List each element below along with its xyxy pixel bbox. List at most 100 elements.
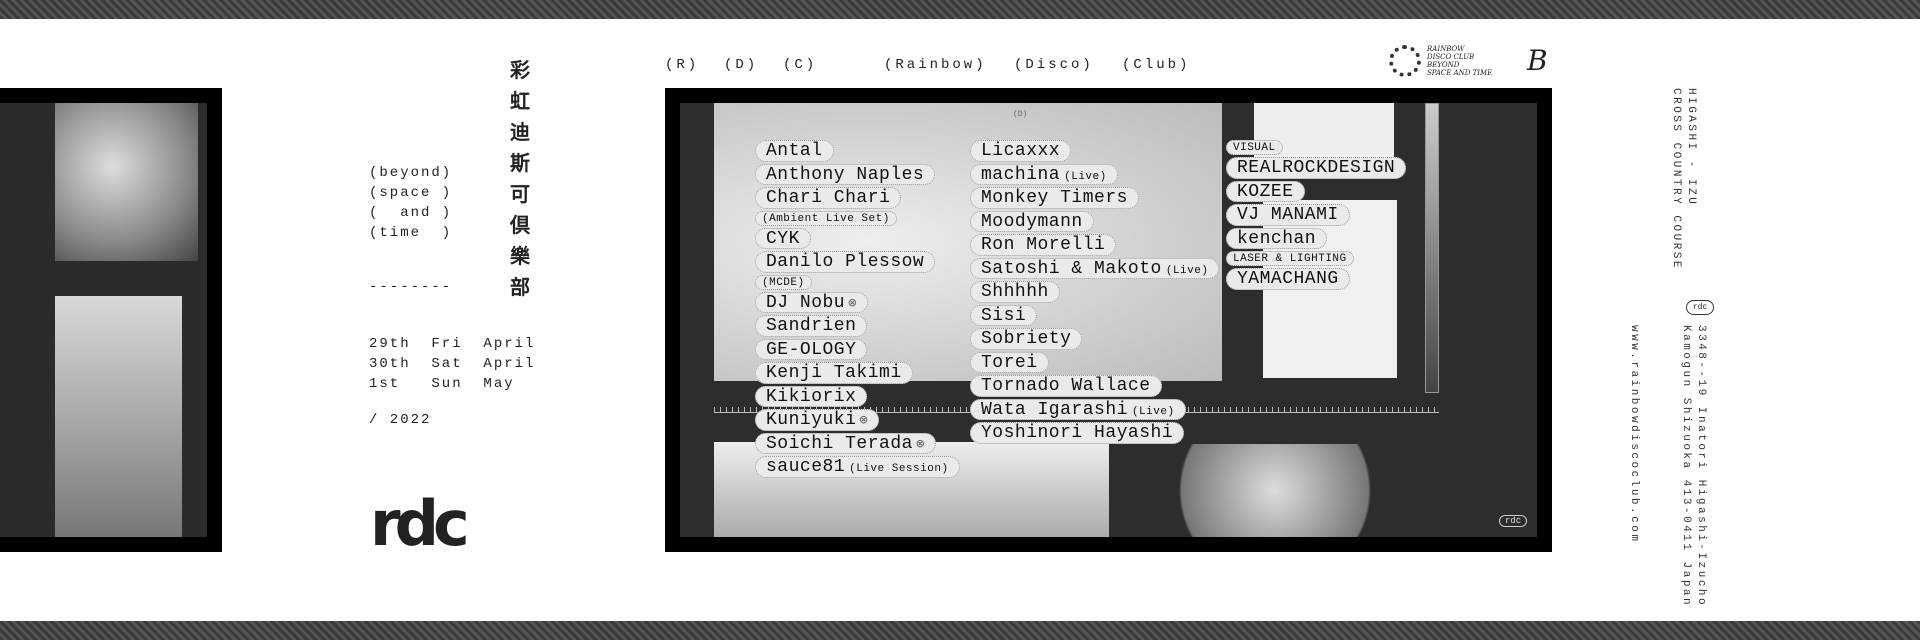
header-club: (Club): [1122, 57, 1191, 73]
circle-x-icon: ⊗: [848, 295, 858, 312]
artist-suffix: (Live): [1165, 264, 1209, 277]
artist-pill: Wata Igarashi (Live): [970, 398, 1186, 420]
artist-pill: Sandrien: [755, 315, 868, 337]
tagline: (beyond) (space ) ( and ) (time ): [369, 165, 453, 241]
artist-name: Tornado Wallace: [981, 376, 1151, 396]
header-rainbow: (Rainbow): [884, 57, 987, 73]
artist-name: kenchan: [1237, 228, 1317, 249]
artist-pill: Kenji Takimi: [755, 362, 913, 384]
artist-pill: Sisi: [970, 304, 1038, 326]
kanji-char: 迪: [510, 120, 530, 144]
lineup-note: VISUAL: [1226, 140, 1283, 155]
stonehenge-image: [55, 296, 182, 537]
artist-name: Soichi Terada: [766, 433, 913, 454]
artist-name: Sobriety: [981, 329, 1072, 349]
header-c: (C): [783, 57, 818, 73]
artist-pill: DJ Nobu ⊗: [755, 291, 869, 313]
artist-name: Yoshinori Hayashi: [981, 423, 1174, 443]
artist-pill: Shhhhh: [970, 281, 1060, 303]
artist-pill: Moodymann: [970, 210, 1094, 232]
event-year: / 2022: [369, 412, 432, 428]
artist-name: Ron Morelli: [981, 235, 1106, 255]
artist-pill: CYK: [755, 227, 811, 249]
artist-name: Kenji Takimi: [766, 363, 902, 383]
artist-pill: Antal: [755, 140, 834, 162]
kanji-char: 部: [510, 275, 530, 299]
artist-name: Shhhhh: [981, 282, 1049, 302]
artist-name: machina: [981, 164, 1061, 185]
artist-name: Monkey Timers: [981, 188, 1128, 208]
artist-pill: sauce81 (Live Session): [755, 456, 960, 478]
artist-name: Torei: [981, 352, 1038, 373]
lineup-note: (Ambient Live Set): [755, 210, 897, 226]
artist-pill: kenchan: [1226, 227, 1328, 249]
artist-pill: GE-OLOGY: [755, 338, 868, 360]
divider: --------: [369, 279, 453, 295]
bottom-border: [0, 621, 1920, 640]
artist-pill: Sobriety: [970, 328, 1083, 350]
kanji-char: 彩: [510, 58, 530, 82]
artist-name: REALROCKDESIGN: [1237, 158, 1396, 178]
artist-name: Antal: [766, 141, 823, 161]
artist-name: VJ MANAMI: [1237, 205, 1339, 225]
artist-pill: Kikiorix: [755, 385, 868, 407]
kanji-char: 斯: [510, 151, 530, 175]
artist-pill: Licaxxx: [970, 140, 1072, 162]
artist-name: Kuniyuki: [766, 410, 857, 430]
artist-pill: machina (Live): [970, 163, 1118, 185]
header-r: (R): [665, 57, 700, 73]
venue-name: HIGASHI - IZU: [1685, 88, 1697, 207]
artist-name: Anthony Naples: [766, 164, 925, 185]
artist-name: Wata Igarashi: [981, 399, 1128, 420]
artist-pill: Anthony Naples: [755, 163, 936, 185]
kanji-char: 虹: [510, 89, 530, 113]
artist-pill: YAMACHANG: [1226, 268, 1350, 290]
artist-name: CYK: [766, 228, 800, 249]
artist-pill: Danilo Plessow: [755, 251, 936, 273]
artist-pill: Yoshinori Hayashi: [970, 422, 1185, 444]
artist-name: Satoshi & Makoto: [981, 258, 1162, 279]
artist-pill: Monkey Timers: [970, 187, 1139, 209]
header-d: (D): [724, 57, 759, 73]
circle-x-icon: ⊗: [915, 436, 925, 453]
kanji-char: 樂: [510, 244, 530, 268]
artist-name: Danilo Plessow: [766, 252, 925, 272]
artist-pill: REALROCKDESIGN: [1226, 157, 1407, 179]
artist-pill: Satoshi & Makoto (Live): [970, 257, 1220, 279]
artist-name: Licaxxx: [981, 141, 1061, 161]
lineup-column-3: VISUAL REALROCKDESIGN KOZEE VJ MANAMI kencha…: [1226, 140, 1407, 290]
artist-pill: KOZEE: [1226, 180, 1305, 202]
event-dates: 29th Fri April 30th Sat April 1st Sun Ma…: [369, 336, 536, 392]
artist-pill: Ron Morelli: [970, 234, 1117, 256]
artist-name: sauce81: [766, 457, 846, 477]
monogram-logo: B: [1527, 44, 1548, 77]
relief-fragment-image: [1150, 444, 1400, 537]
lineup-note: LASER & LIGHTING: [1226, 251, 1354, 266]
artist-name: Sisi: [981, 305, 1027, 326]
artist-pill: Kuniyuki ⊗: [755, 409, 880, 431]
sun-icon: [1389, 45, 1421, 77]
rainbow-disco-club-logo: RAINBOW DISCO CLUB BEYOND SPACE AND TIME: [1389, 45, 1499, 77]
header-disco: (Disco): [1014, 57, 1094, 73]
address-line-1: 3348--19 Inatori Higashi-Izucho: [1695, 325, 1707, 608]
artist-pill: Torei: [970, 351, 1049, 373]
artist-name: YAMACHANG: [1237, 269, 1339, 289]
artist-pill: VJ MANAMI: [1226, 204, 1350, 226]
rdc-logo[interactable]: rdc: [370, 493, 470, 555]
lineup-column-2: Licaxxx machina (Live) Monkey Timers Moodyma…: [970, 140, 1220, 444]
relief-image: [55, 103, 198, 261]
kanji-title: 彩 虹 迪 斯 可 倶 樂 部: [505, 55, 535, 303]
lineup-column-1: Antal Anthony Naples Chari Chari (Ambient L…: [755, 140, 960, 478]
vertical-ruler: [1425, 103, 1439, 393]
artist-name: DJ Nobu: [766, 292, 846, 313]
lineup-note: (MCDE): [755, 274, 812, 290]
circle-x-icon: ⊗: [859, 413, 869, 429]
artist-pill: Chari Chari: [755, 187, 902, 209]
website-link[interactable]: www.rainbowdiscoclub.com: [1628, 325, 1640, 543]
address-badge: rdc: [1686, 300, 1714, 315]
artist-suffix: (Live Session): [849, 463, 949, 475]
artist-suffix: (Live): [1131, 405, 1175, 418]
artist-suffix: (Live): [1064, 170, 1107, 183]
artist-name: KOZEE: [1237, 181, 1294, 202]
artist-pill: Tornado Wallace: [970, 375, 1162, 397]
